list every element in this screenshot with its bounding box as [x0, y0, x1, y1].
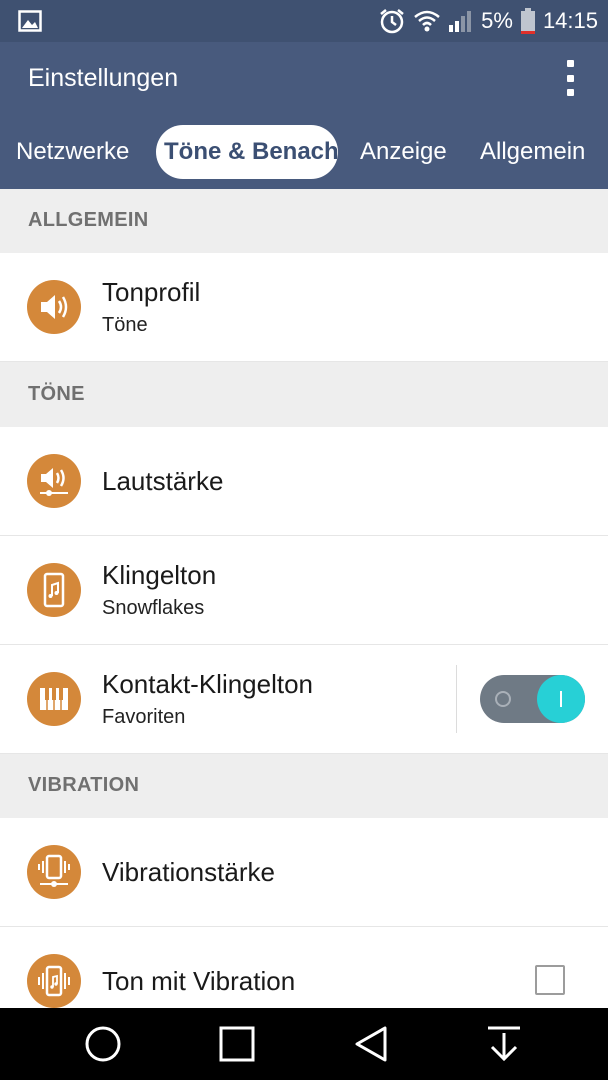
list-item-klingelton[interactable]: Klingelton Snowflakes: [0, 536, 608, 645]
home-circle-icon[interactable]: [67, 1008, 139, 1080]
battery-icon: [520, 7, 536, 35]
clock: 14:15: [542, 8, 598, 33]
vibrate-music-icon: [27, 954, 81, 1008]
list-item-vibrationstaerke[interactable]: Vibrationstärke: [0, 818, 608, 927]
tab-bar: Netzwerke Töne & Benachrichtigungen Anze…: [0, 118, 608, 189]
recents-square-icon[interactable]: [201, 1008, 273, 1080]
toggle-knob: [537, 675, 585, 723]
ton-mit-vibration-checkbox[interactable]: [535, 965, 565, 995]
image-icon: [18, 10, 42, 32]
navigation-bar: [0, 1008, 608, 1080]
item-subtitle: Snowflakes: [102, 597, 205, 619]
vibration-slider-icon: [27, 845, 81, 899]
page-title: Einstellungen: [28, 64, 179, 92]
section-header-toene: TÖNE: [0, 363, 608, 427]
section-header-allgemein: ALLGEMEIN: [0, 189, 608, 253]
list-item-tonprofil[interactable]: Tonprofil Töne: [0, 253, 608, 362]
back-triangle-icon[interactable]: [335, 1008, 407, 1080]
volume-slider-icon: [27, 454, 81, 508]
item-subtitle: Töne: [102, 314, 148, 336]
kontakt-klingelton-toggle[interactable]: [480, 675, 585, 723]
wifi-icon: [413, 9, 441, 33]
piano-icon: [27, 672, 81, 726]
section-header-label: ALLGEMEIN: [28, 209, 149, 231]
status-bar: 5% 14:15: [0, 0, 608, 42]
tab-allgemein[interactable]: Allgemein: [480, 125, 585, 179]
row-divider: [456, 665, 457, 733]
item-title: Kontakt-Klingelton: [102, 669, 314, 699]
battery-percent: 5%: [481, 8, 513, 33]
item-subtitle: Favoriten: [102, 706, 186, 728]
more-vert-icon[interactable]: [560, 60, 580, 96]
item-title: Lautstärke: [102, 465, 224, 496]
item-title: Ton mit Vibration: [102, 965, 296, 996]
toggle-off-marker: [495, 691, 511, 707]
tab-anzeige[interactable]: Anzeige: [360, 125, 447, 179]
tab-netzwerke[interactable]: Netzwerke: [16, 125, 129, 179]
status-icons: 5% 14:15: [378, 0, 598, 42]
item-title: Tonprofil: [102, 277, 201, 307]
section-header-label: VIBRATION: [28, 774, 140, 796]
section-header-label: TÖNE: [28, 383, 85, 405]
section-header-vibration: VIBRATION: [0, 754, 608, 818]
item-title: Klingelton: [102, 560, 217, 590]
download-arrow-icon[interactable]: [468, 1008, 540, 1080]
phone-music-icon: [27, 563, 81, 617]
item-title: Vibrationstärke: [102, 856, 275, 887]
alarm-icon: [378, 7, 406, 35]
app-bar: Einstellungen: [0, 42, 608, 118]
speaker-icon: [27, 280, 81, 334]
list-item-lautstaerke[interactable]: Lautstärke: [0, 427, 608, 536]
signal-icon: [448, 9, 474, 33]
list-item-kontakt-klingelton[interactable]: Kontakt-Klingelton Favoriten: [0, 645, 608, 754]
tab-toene-benachrichtigungen[interactable]: Töne & Benachrichtigungen: [156, 125, 338, 179]
